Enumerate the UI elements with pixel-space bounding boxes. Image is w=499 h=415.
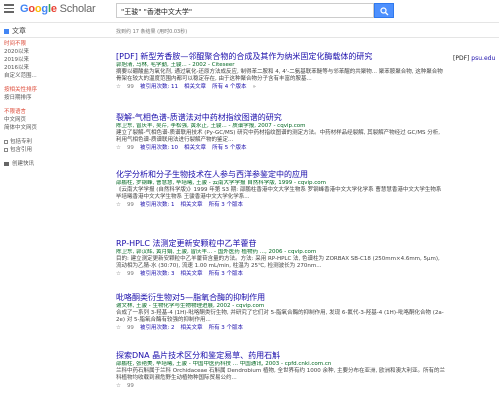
search-result: 化学分析和分子生物技术在人参与西洋参鉴定中的应用 邵鹏柱, 罗钢峰, 曹慧慧, …	[116, 170, 446, 209]
result-title[interactable]: 裂解-气相色谱-质谱法对中药材指纹图谱的研究	[116, 113, 446, 123]
create-alert[interactable]: 创建快讯	[4, 160, 64, 168]
result-title[interactable]: 化学分析和分子生物技术在人参与西洋参鉴定中的应用	[116, 170, 446, 180]
checkbox-icon	[4, 147, 8, 152]
more-icon[interactable]: »	[253, 83, 256, 91]
search-result: [PDF] 新型芳香胺—邻醌聚合物的合成及其作为纳米固定化酶载体的研究 郭旭清,…	[116, 52, 446, 91]
time-since-2016[interactable]: 2016以来	[4, 64, 64, 72]
cited-by-link[interactable]: 被引用次数: 3	[140, 270, 175, 278]
star-icon[interactable]: ☆	[116, 382, 121, 390]
all-versions-link[interactable]: 所有 3 个版本	[209, 201, 244, 209]
search-button[interactable]	[374, 3, 394, 18]
result-snippet: 合成了一系列 3-羟基-4 (1H)-吡咯酮类衍生物, 并研究了它们对 5-脂氧…	[116, 310, 444, 323]
all-versions-link[interactable]: 所有 5 个版本	[212, 144, 247, 152]
lang-chinese[interactable]: 中文网页	[4, 116, 64, 124]
cite-icon[interactable]: 99	[127, 382, 134, 390]
cite-icon[interactable]: 99	[127, 201, 134, 209]
sidebar: 时间不限 2020以来 2019以来 2016以来 自定义范围... 按相关性排…	[4, 40, 64, 168]
result-meta: 邵鹏柱, 张艳美, 毕培曦, 王骏 - 中国中医药科技 ... 中国通讯, 20…	[116, 361, 332, 367]
search-result: RP-HPLC 法测定更新安颗粒中乙羊藿苷 陈卫东, 郭汉辉, 黄月娟, 王骏,…	[116, 239, 446, 278]
result-title[interactable]: 吡咯酮类衍生物对5—脂氧合酶的抑制作用	[116, 293, 446, 303]
search-icon	[380, 7, 389, 16]
cite-icon[interactable]: 99	[127, 324, 134, 332]
star-icon[interactable]: ☆	[116, 324, 121, 332]
header-divider	[0, 22, 499, 23]
result-meta: 谢文林, 王骏 - 生物化学与生物物理进展, 2002 - cqvip.com	[116, 303, 265, 309]
related-articles-link[interactable]: 相关文章	[184, 144, 206, 152]
include-patents[interactable]: 包括专利	[4, 138, 64, 146]
time-custom[interactable]: 自定义范围...	[4, 72, 64, 80]
related-articles-link[interactable]: 相关文章	[181, 324, 203, 332]
search-result: 探索DNA 晶片技术区分和鉴定易草、药用石斛 邵鹏柱, 张艳美, 毕培曦, 王骏…	[116, 351, 446, 390]
result-actions: ☆ 99	[116, 382, 446, 390]
cited-by-link[interactable]: 被引用次数: 11	[140, 83, 178, 91]
result-meta: 陈卫东, 郭汉辉, 黄月娟, 王骏, 曾庆丰... - 国外医药 植物药 ...…	[116, 249, 317, 255]
related-articles-link[interactable]: 相关文章	[181, 270, 203, 278]
cited-by-link[interactable]: 被引用次数: 1	[140, 201, 175, 209]
result-actions: ☆ 99 被引用次数: 11 相关文章 所有 4 个版本 »	[116, 83, 446, 91]
lang-any[interactable]: 不限语言	[4, 108, 64, 116]
result-snippet: 建立了裂解-气相色谱-质谱联用技术 (Py-GC/MS) 研究中药材指纹图谱的测…	[116, 130, 441, 143]
cited-by-link[interactable]: 被引用次数: 10	[140, 144, 178, 152]
result-actions: ☆ 99 被引用次数: 3 相关文章 所有 3 个版本	[116, 270, 446, 278]
star-icon[interactable]: ☆	[116, 144, 121, 152]
result-title[interactable]: RP-HPLC 法测定更新安颗粒中乙羊藿苷	[116, 239, 446, 249]
result-title[interactable]: [PDF] 新型芳香胺—邻醌聚合物的合成及其作为纳米固定化酶载体的研究	[116, 52, 446, 62]
result-title[interactable]: 探索DNA 晶片技术区分和鉴定易草、药用石斛	[116, 351, 446, 361]
result-snippet: 目的: 建立测定更新安颗粒中乙羊藿苷含量的方法。方法: 采用 RP-HPLC 法…	[116, 256, 440, 269]
related-articles-link[interactable]: 相关文章	[181, 201, 203, 209]
search-result: 吡咯酮类衍生物对5—脂氧合酶的抑制作用 谢文林, 王骏 - 生物化学与生物物理进…	[116, 293, 446, 332]
cite-icon[interactable]: 99	[127, 144, 134, 152]
result-meta: 郭旭清, 马林, 毛学勤, 王骏... - 2002 - Citeseer	[116, 62, 235, 68]
result-actions: ☆ 99 被引用次数: 10 相关文章 所有 5 个版本	[116, 144, 446, 152]
result-snippet: 摘要以硼酸盐为氧化剂, 通过氧化-还原方法成反应, 制得苯二胺和 4, 4'-二…	[116, 69, 443, 82]
result-actions: ☆ 99 被引用次数: 1 相关文章 所有 3 个版本	[116, 201, 446, 209]
sort-date[interactable]: 按日期排序	[4, 94, 64, 102]
cited-by-link[interactable]: 被引用次数: 2	[140, 324, 175, 332]
all-versions-link[interactable]: 所有 3 个版本	[209, 270, 244, 278]
star-icon[interactable]: ☆	[116, 270, 121, 278]
sort-relevance[interactable]: 按相关性排序	[4, 86, 64, 94]
result-snippet: 兰科中药石斛属于兰科 Orchidaceae 石斛属 Dendrobium 植物…	[116, 368, 445, 381]
lang-simplified[interactable]: 简体中文网页	[4, 124, 64, 132]
checkbox-icon	[4, 139, 8, 144]
top-bar: Google Scholar "王骏" "香港中文大学"	[0, 0, 499, 22]
pdf-link[interactable]: [PDF] psu.edu	[453, 55, 495, 62]
time-since-2020[interactable]: 2020以来	[4, 48, 64, 56]
all-versions-link[interactable]: 所有 4 个版本	[212, 83, 247, 91]
include-citations[interactable]: 包含引用	[4, 146, 64, 154]
search-result: 裂解-气相色谱-质谱法对中药材指纹图谱的研究 陈卫东, 曾庆丰, 吴芹, 李松强…	[116, 113, 446, 152]
result-snippet: 《云南大学学报 (自然科学版)》1999 年第 S3 期: 邵鹏柱香港中文大学生…	[116, 187, 442, 200]
result-actions: ☆ 99 被引用次数: 2 相关文章 所有 3 个版本	[116, 324, 446, 332]
star-icon[interactable]: ☆	[116, 201, 121, 209]
cite-icon[interactable]: 99	[127, 270, 134, 278]
articles-icon	[4, 28, 9, 34]
time-since-2019[interactable]: 2019以来	[4, 56, 64, 64]
envelope-icon	[4, 161, 9, 166]
result-meta: 陈卫东, 曾庆丰, 吴芹, 李松强, 黄永正, 王骏... - 质谱学报, 20…	[116, 123, 306, 129]
logo-scholar-text: Scholar	[59, 3, 96, 15]
menu-icon[interactable]	[4, 4, 14, 13]
time-any[interactable]: 时间不限	[4, 40, 64, 48]
articles-tab[interactable]: 文章	[4, 26, 26, 36]
result-count: 找到约 17 条结果 (用时0.03秒)	[116, 29, 188, 35]
google-scholar-logo[interactable]: Google Scholar	[20, 3, 96, 15]
cite-icon[interactable]: 99	[127, 83, 134, 91]
subheader-divider	[0, 37, 499, 38]
result-meta: 邵鹏柱, 罗钢峰, 曹慧慧, 毕培曦, 王骏 - 云南大学学报 自然科学版, 1…	[116, 180, 326, 186]
all-versions-link[interactable]: 所有 3 个版本	[209, 324, 244, 332]
search-input[interactable]: "王骏" "香港中文大学"	[116, 3, 374, 18]
star-icon[interactable]: ☆	[116, 83, 121, 91]
related-articles-link[interactable]: 相关文章	[184, 83, 206, 91]
